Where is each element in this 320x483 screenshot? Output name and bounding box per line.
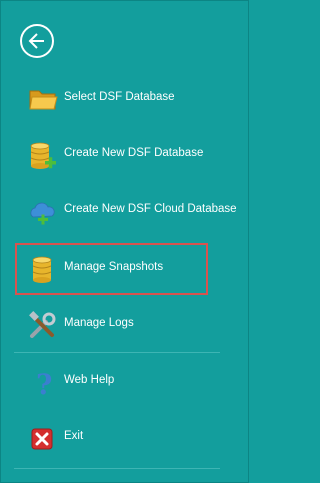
menu-item-create-dsf-database[interactable]: Create New DSF Database [0,135,249,175]
menu-item-label: Create New DSF Cloud Database [64,203,237,215]
tools-icon [28,311,58,339]
menu-item-create-dsf-cloud-database[interactable]: Create New DSF Cloud Database [0,191,249,231]
cloud-add-icon [28,197,58,225]
exit-icon [28,424,58,452]
menu-item-select-dsf-database[interactable]: Select DSF Database [0,79,249,119]
back-button[interactable] [20,24,54,58]
menu-item-label: Exit [64,430,84,442]
menu-item-label: Web Help [64,374,115,386]
menu-item-label: Manage Logs [64,317,134,329]
database-add-icon [28,141,58,169]
window-frame [0,0,249,483]
help-icon: ? [28,368,58,401]
menu-item-label: Select DSF Database [64,91,175,103]
svg-text:?: ? [36,368,52,398]
divider [14,352,220,353]
menu-item-exit[interactable]: Exit [0,418,249,458]
database-icon [28,255,58,283]
folder-icon [28,85,58,113]
arrow-left-icon [28,33,44,49]
menu-item-manage-snapshots[interactable]: Manage Snapshots [0,249,249,289]
menu-item-manage-logs[interactable]: Manage Logs [0,305,249,345]
menu-item-label: Create New DSF Database [64,147,204,159]
menu-item-label: Manage Snapshots [64,261,164,273]
divider [14,468,220,469]
menu-item-web-help[interactable]: ? Web Help [0,362,249,402]
